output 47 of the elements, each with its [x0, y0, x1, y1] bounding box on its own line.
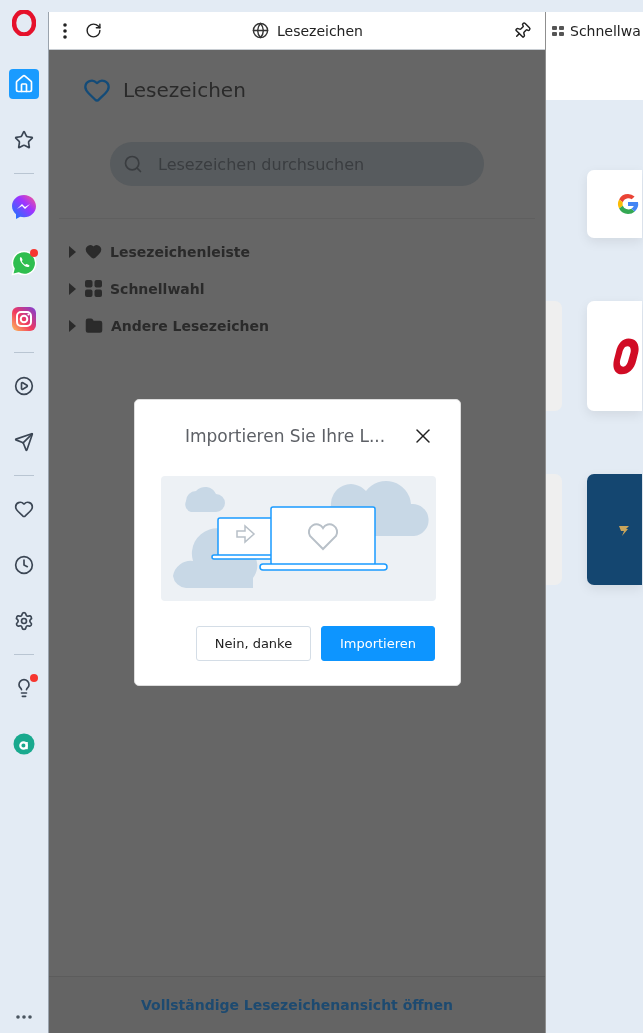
play-icon: [14, 376, 34, 396]
reload-icon: [85, 22, 102, 39]
speed-dial-tile[interactable]: [546, 301, 562, 411]
folder-icon: [85, 316, 103, 335]
speed-dial-tile[interactable]: [587, 170, 642, 238]
heart-icon: [14, 499, 34, 519]
folder-label: Schnellwahl: [110, 280, 205, 297]
reload-button[interactable]: [85, 22, 102, 39]
sidebar-button[interactable]: [9, 192, 39, 222]
grid-icon: [552, 26, 564, 36]
bookmark-folder[interactable]: Andere Lesezeichen: [49, 307, 545, 344]
home-icon: [14, 74, 34, 94]
chat-bubble-icon: [11, 194, 37, 220]
more-button[interactable]: [16, 1015, 32, 1019]
dialog-title: Importieren Sie Ihre L...: [185, 426, 386, 446]
panel-toolbar-title: Lesezeichen: [277, 22, 363, 39]
folder-label: Lesezeichenleiste: [110, 243, 251, 260]
globe-icon: [252, 22, 269, 39]
heart-icon: [83, 76, 111, 104]
folder-label: Andere Lesezeichen: [111, 317, 269, 334]
bookmark-folder[interactable]: Lesezeichenleiste: [49, 233, 545, 270]
send-icon: [14, 432, 34, 452]
heart-icon: [85, 243, 102, 260]
star-icon: [14, 130, 34, 150]
pin-button[interactable]: [513, 21, 531, 40]
opera-logo: [613, 336, 642, 376]
decline-button[interactable]: Nein, danke: [196, 626, 311, 661]
speed-dial-tile[interactable]: [587, 474, 642, 585]
grid-icon: [85, 280, 102, 297]
import-button[interactable]: Importieren: [321, 626, 435, 661]
settings-icon: [14, 611, 34, 631]
opera-logo[interactable]: [12, 10, 36, 36]
phone-bubble-icon: [11, 250, 37, 276]
speed-dial-tile[interactable]: [546, 474, 562, 585]
bookmark-folder[interactable]: Schnellwahl: [49, 270, 545, 307]
camera-icon: [11, 306, 37, 332]
speed-dial-tile[interactable]: [587, 301, 642, 411]
full-view-link[interactable]: Vollständige Lesezeichenansicht öffnen: [140, 997, 454, 1013]
sidebar-button[interactable]: [9, 248, 39, 278]
g-logo-icon: [615, 191, 641, 217]
more-icon: [16, 1015, 32, 1019]
sidebar-button[interactable]: [9, 304, 39, 334]
menu-button[interactable]: [63, 22, 67, 39]
aria-logo: [13, 733, 35, 755]
panel-title: Lesezeichen: [123, 78, 246, 102]
clock-icon: [14, 555, 34, 575]
menu-icon: [63, 22, 67, 39]
